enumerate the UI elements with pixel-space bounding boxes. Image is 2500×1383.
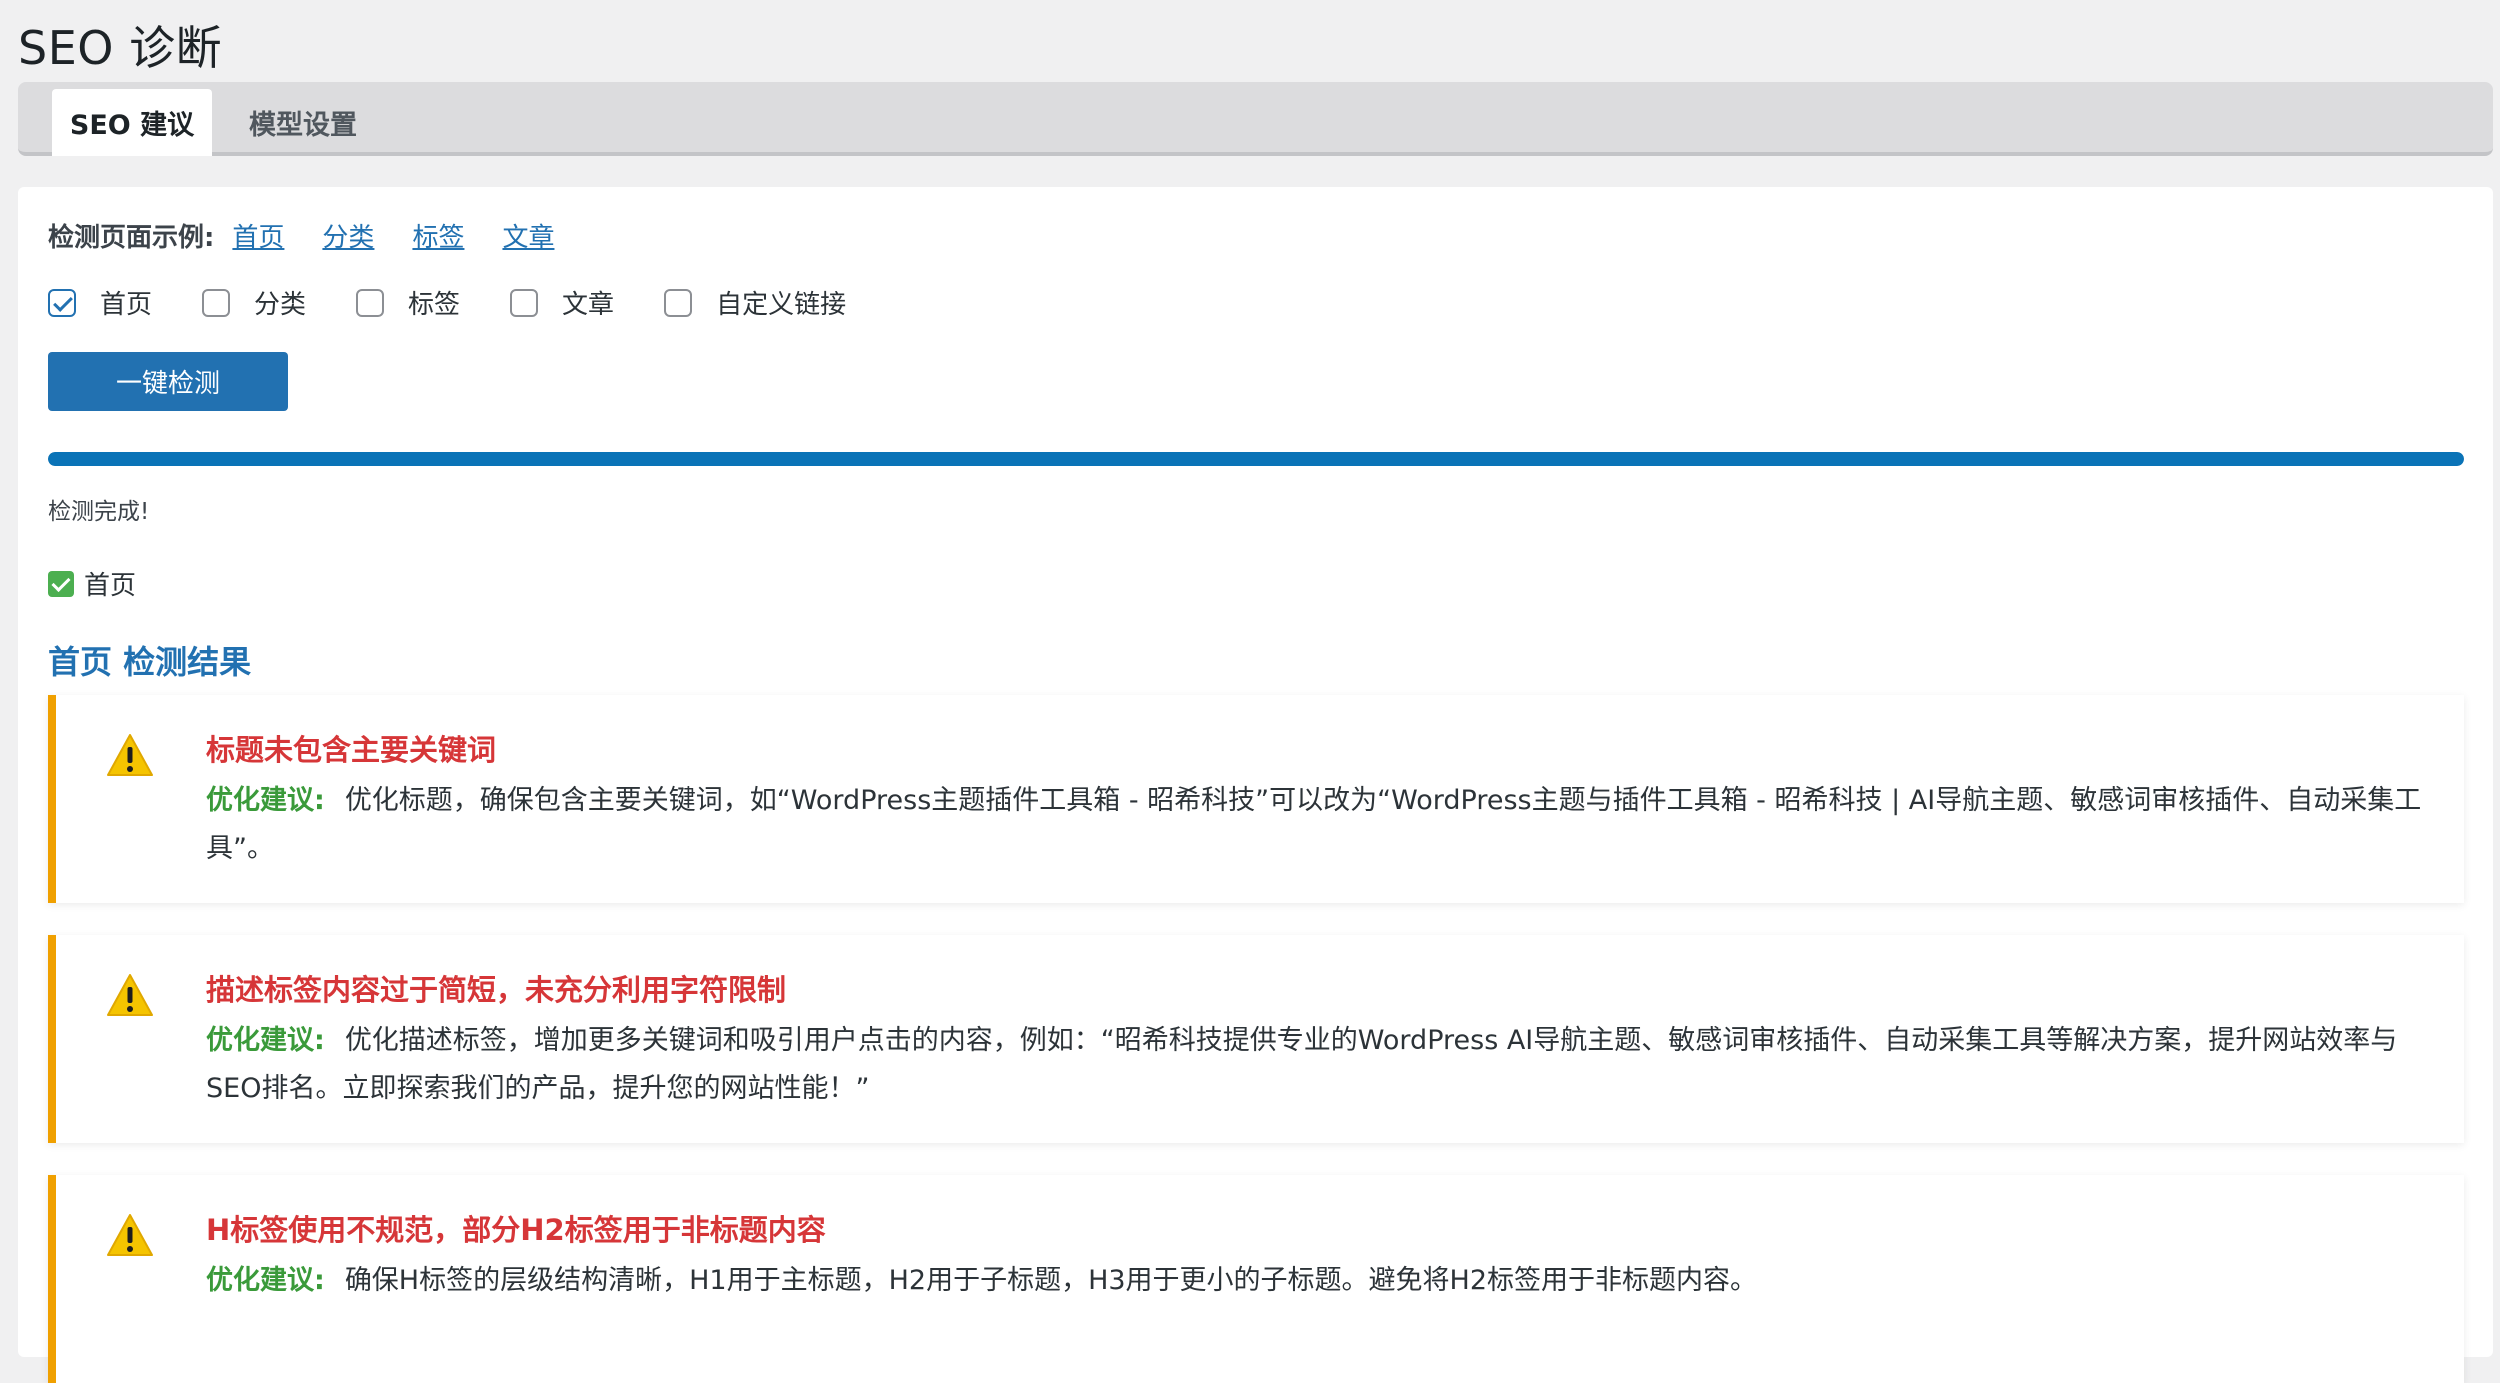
suggestion-label: 优化建议: — [206, 1265, 325, 1296]
checkbox-home-label: 首页 — [100, 290, 153, 320]
issue-card: 描述标签内容过于简短，未充分利用字符限制 优化建议: 优化描述标签，增加更多关键词… — [48, 935, 2464, 1143]
issue-suggestion: 优化建议: 优化标题，确保包含主要关键词，如“WordPress主题插件工具箱 -… — [206, 777, 2424, 873]
checkbox-custom-link-box[interactable] — [664, 288, 693, 317]
issue-card: 标题未包含主要关键词 优化建议: 优化标题，确保包含主要关键词，如“WordPre… — [48, 695, 2464, 903]
completed-item: 首页 — [48, 565, 136, 602]
progress-bar-fill — [48, 452, 2464, 466]
checkbox-category-box[interactable] — [202, 288, 231, 317]
warning-icon — [107, 974, 153, 1016]
suggestion-text: 优化标题，确保包含主要关键词，如“WordPress主题插件工具箱 - 昭希科技… — [206, 785, 2422, 864]
issue-title: H标签使用不规范，部分H2标签用于非标题内容 — [206, 1213, 826, 1247]
issue-title: 标题未包含主要关键词 — [206, 733, 497, 767]
example-pages-label: 检测页面示例: — [48, 223, 215, 253]
tab-bar: SEO 建议 模型设置 — [18, 82, 2493, 156]
issue-card: H标签使用不规范，部分H2标签用于非标题内容 优化建议: 确保H标签的层级结构清晰… — [48, 1175, 2464, 1383]
example-link-post[interactable]: 文章 — [502, 217, 554, 254]
tab-seo-suggestions[interactable]: SEO 建议 — [52, 89, 212, 156]
checkbox-tag-box[interactable] — [356, 288, 385, 317]
completed-item-label: 首页 — [84, 571, 137, 601]
issue-suggestion: 优化建议: 确保H标签的层级结构清晰，H1用于主标题，H2用于子标题，H3用于更小… — [206, 1257, 2424, 1305]
checkbox-category-label: 分类 — [254, 290, 307, 320]
status-text: 检测完成! — [48, 499, 150, 525]
result-title: 首页 检测结果 — [48, 643, 252, 681]
run-check-button[interactable]: 一键检测 — [48, 352, 288, 411]
example-link-home[interactable]: 首页 — [232, 217, 284, 254]
example-link-category[interactable]: 分类 — [322, 217, 374, 254]
page-title: SEO 诊断 — [18, 21, 223, 75]
suggestion-text: 确保H标签的层级结构清晰，H1用于主标题，H2用于子标题，H3用于更小的子标题。… — [344, 1265, 1758, 1296]
checkbox-custom-link-label: 自定义链接 — [716, 290, 847, 320]
main-panel: 检测页面示例: 首页 分类 标签 文章 首页 分类 标签 文章 自定义链接 一键… — [18, 187, 2493, 1383]
suggestion-label: 优化建议: — [206, 785, 325, 816]
checkbox-tag-label: 标签 — [408, 290, 461, 320]
example-pages: 检测页面示例: 首页 分类 标签 文章 — [48, 217, 592, 254]
page-type-checkboxes: 首页 分类 标签 文章 自定义链接 — [48, 284, 896, 321]
tab-model-settings[interactable]: 模型设置 — [228, 89, 378, 156]
checkbox-tag[interactable]: 标签 — [356, 284, 460, 321]
progress-bar — [48, 452, 2464, 466]
issue-title: 描述标签内容过于简短，未充分利用字符限制 — [206, 973, 787, 1007]
checkbox-home[interactable]: 首页 — [48, 284, 152, 321]
issue-suggestion: 优化建议: 优化描述标签，增加更多关键词和吸引用户点击的内容，例如：“昭希科技提供… — [206, 1017, 2424, 1113]
checkbox-post[interactable]: 文章 — [510, 284, 614, 321]
checkbox-home-box[interactable] — [48, 288, 76, 317]
checkbox-post-box[interactable] — [510, 288, 539, 317]
example-link-tag[interactable]: 标签 — [412, 217, 464, 254]
warning-icon — [107, 1214, 153, 1256]
checkbox-custom-link[interactable]: 自定义链接 — [664, 284, 846, 321]
check-mark-icon — [48, 570, 74, 597]
warning-icon — [107, 734, 153, 776]
checkbox-post-label: 文章 — [562, 290, 615, 320]
suggestion-label: 优化建议: — [206, 1025, 325, 1056]
suggestion-text: 优化描述标签，增加更多关键词和吸引用户点击的内容，例如：“昭希科技提供专业的Wo… — [206, 1025, 2398, 1104]
checkbox-category[interactable]: 分类 — [202, 284, 306, 321]
